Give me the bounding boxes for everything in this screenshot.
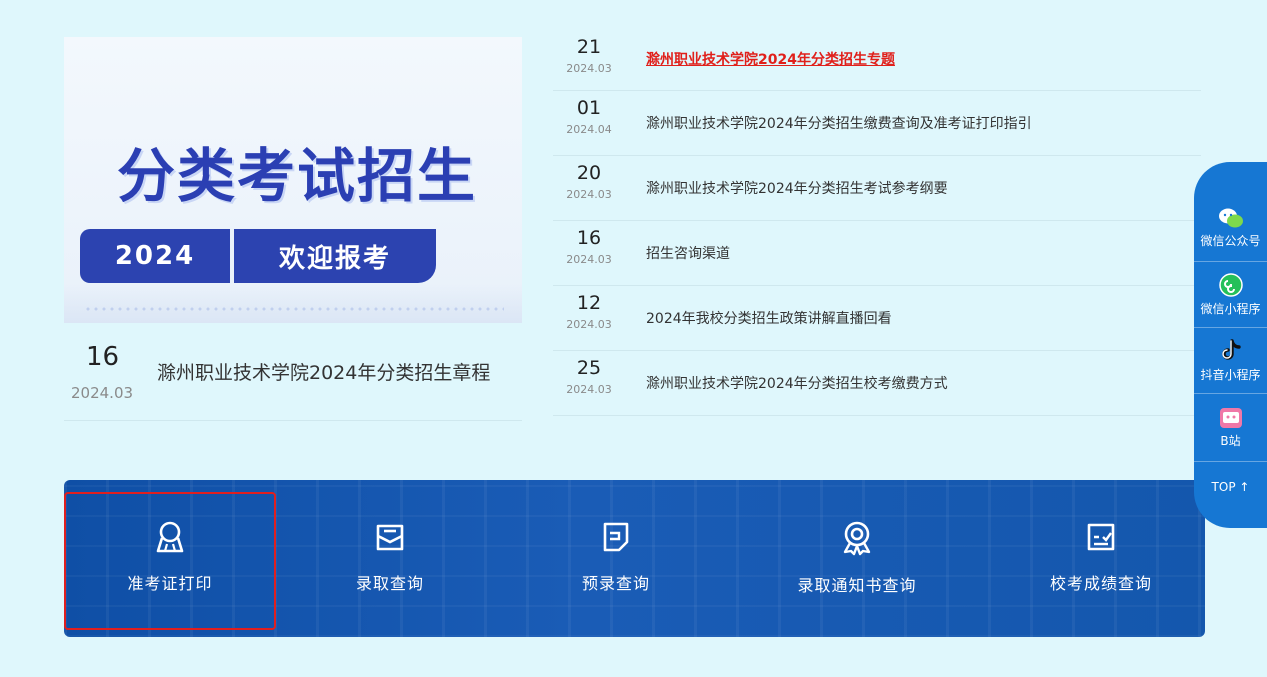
sidebar-label: 抖音小程序 — [1200, 368, 1261, 382]
news-item[interactable]: 16 2024.03 招生咨询渠道 — [553, 221, 1201, 286]
floating-sidebar: 微信公众号 微信小程序 抖音小程序 B站 TOP ↑ — [1194, 162, 1267, 528]
quick-link-pre-admission-query[interactable]: 预录查询 — [516, 480, 716, 637]
featured-news-item[interactable]: 16 2024.03 滁州职业技术学院2024年分类招生章程 — [64, 336, 522, 421]
featured-day: 16 — [86, 342, 120, 372]
sidebar-label: 微信公众号 — [1200, 234, 1261, 248]
sidebar-label: B站 — [1220, 434, 1241, 448]
quick-link-admission-letter-query[interactable]: 录取通知书查询 — [757, 480, 957, 637]
news-item[interactable]: 25 2024.03 滁州职业技术学院2024年分类招生校考缴费方式 — [553, 351, 1201, 416]
bilibili-icon — [1219, 408, 1242, 428]
douyin-icon — [1221, 339, 1241, 360]
wechat-icon — [1218, 208, 1243, 228]
quick-link-label: 准考证打印 — [127, 574, 213, 593]
banner-headline: 分类考试招生 — [116, 142, 477, 210]
news-list: 21 2024.03 滁州职业技术学院2024年分类招生专题 01 2024.0… — [553, 30, 1201, 416]
news-day: 20 — [576, 162, 602, 184]
news-year-month: 2024.03 — [566, 62, 612, 75]
sidebar-item-wechat[interactable]: 微信公众号 — [1194, 198, 1267, 262]
news-year-month: 2024.04 — [566, 123, 612, 136]
sidebar-label: 微信小程序 — [1200, 302, 1261, 316]
news-title-link[interactable]: 招生咨询渠道 — [646, 243, 730, 263]
news-item[interactable]: 20 2024.03 滁州职业技术学院2024年分类招生考试参考纲要 — [553, 156, 1201, 221]
quick-link-label: 校考成绩查询 — [1049, 574, 1152, 593]
news-title-link[interactable]: 滁州职业技术学院2024年分类招生缴费查询及准考证打印指引 — [646, 113, 1032, 133]
news-day: 01 — [576, 97, 602, 119]
banner-wave — [64, 283, 522, 323]
news-title-link[interactable]: 2024年我校分类招生政策讲解直播回看 — [646, 308, 892, 328]
banner-slogan: 欢迎报考 — [278, 243, 391, 274]
news-year-month: 2024.03 — [566, 188, 612, 201]
chart-icon — [1087, 523, 1115, 551]
sidebar-item-douyin[interactable]: 抖音小程序 — [1194, 330, 1267, 394]
quick-link-label: 预录查询 — [581, 574, 650, 593]
news-title-link[interactable]: 滁州职业技术学院2024年分类招生考试参考纲要 — [646, 178, 948, 198]
quick-link-admission-query[interactable]: 录取查询 — [290, 480, 490, 637]
sidebar-item-mini-program[interactable]: 微信小程序 — [1194, 264, 1267, 328]
envelope-icon — [376, 524, 404, 551]
news-year-month: 2024.03 — [566, 318, 612, 331]
badge-icon — [156, 521, 184, 553]
sidebar-item-bilibili[interactable]: B站 — [1194, 396, 1267, 462]
featured-banner[interactable]: 分类考试招生 2024 欢迎报考 — [64, 37, 522, 323]
news-title-link[interactable]: 滁州职业技术学院2024年分类招生校考缴费方式 — [646, 373, 948, 393]
news-year-month: 2024.03 — [566, 253, 612, 266]
award-icon — [843, 521, 871, 556]
news-item[interactable]: 12 2024.03 2024年我校分类招生政策讲解直播回看 — [553, 286, 1201, 351]
featured-year-month: 2024.03 — [71, 384, 134, 402]
news-title-link[interactable]: 滁州职业技术学院2024年分类招生专题 — [646, 49, 895, 69]
news-day: 16 — [576, 227, 602, 249]
quick-link-exam-score-query[interactable]: 校考成绩查询 — [1001, 480, 1201, 637]
quick-links-panel: 准考证打印 录取查询 预录查询 录取通知书查询 校考成绩查询 — [64, 480, 1205, 637]
news-year-month: 2024.03 — [566, 383, 612, 396]
banner-year: 2024 — [114, 241, 196, 271]
banner-dots — [84, 305, 504, 315]
news-item[interactable]: 21 2024.03 滁州职业技术学院2024年分类招生专题 — [553, 30, 1201, 91]
quick-link-label: 录取通知书查询 — [797, 576, 917, 595]
quick-link-label: 录取查询 — [355, 574, 424, 593]
banner-bar: 2024 欢迎报考 — [80, 229, 436, 283]
news-day: 25 — [576, 357, 602, 379]
news-day: 12 — [576, 292, 602, 314]
news-item[interactable]: 01 2024.04 滁州职业技术学院2024年分类招生缴费查询及准考证打印指引 — [553, 91, 1201, 156]
back-to-top-button[interactable]: TOP ↑ — [1194, 480, 1267, 494]
quick-link-admission-ticket[interactable]: 准考证打印 — [64, 492, 276, 630]
document-icon — [603, 522, 629, 552]
miniprogram-icon — [1218, 273, 1243, 297]
news-day: 21 — [576, 36, 602, 58]
featured-title-link[interactable]: 滁州职业技术学院2024年分类招生章程 — [157, 358, 490, 385]
